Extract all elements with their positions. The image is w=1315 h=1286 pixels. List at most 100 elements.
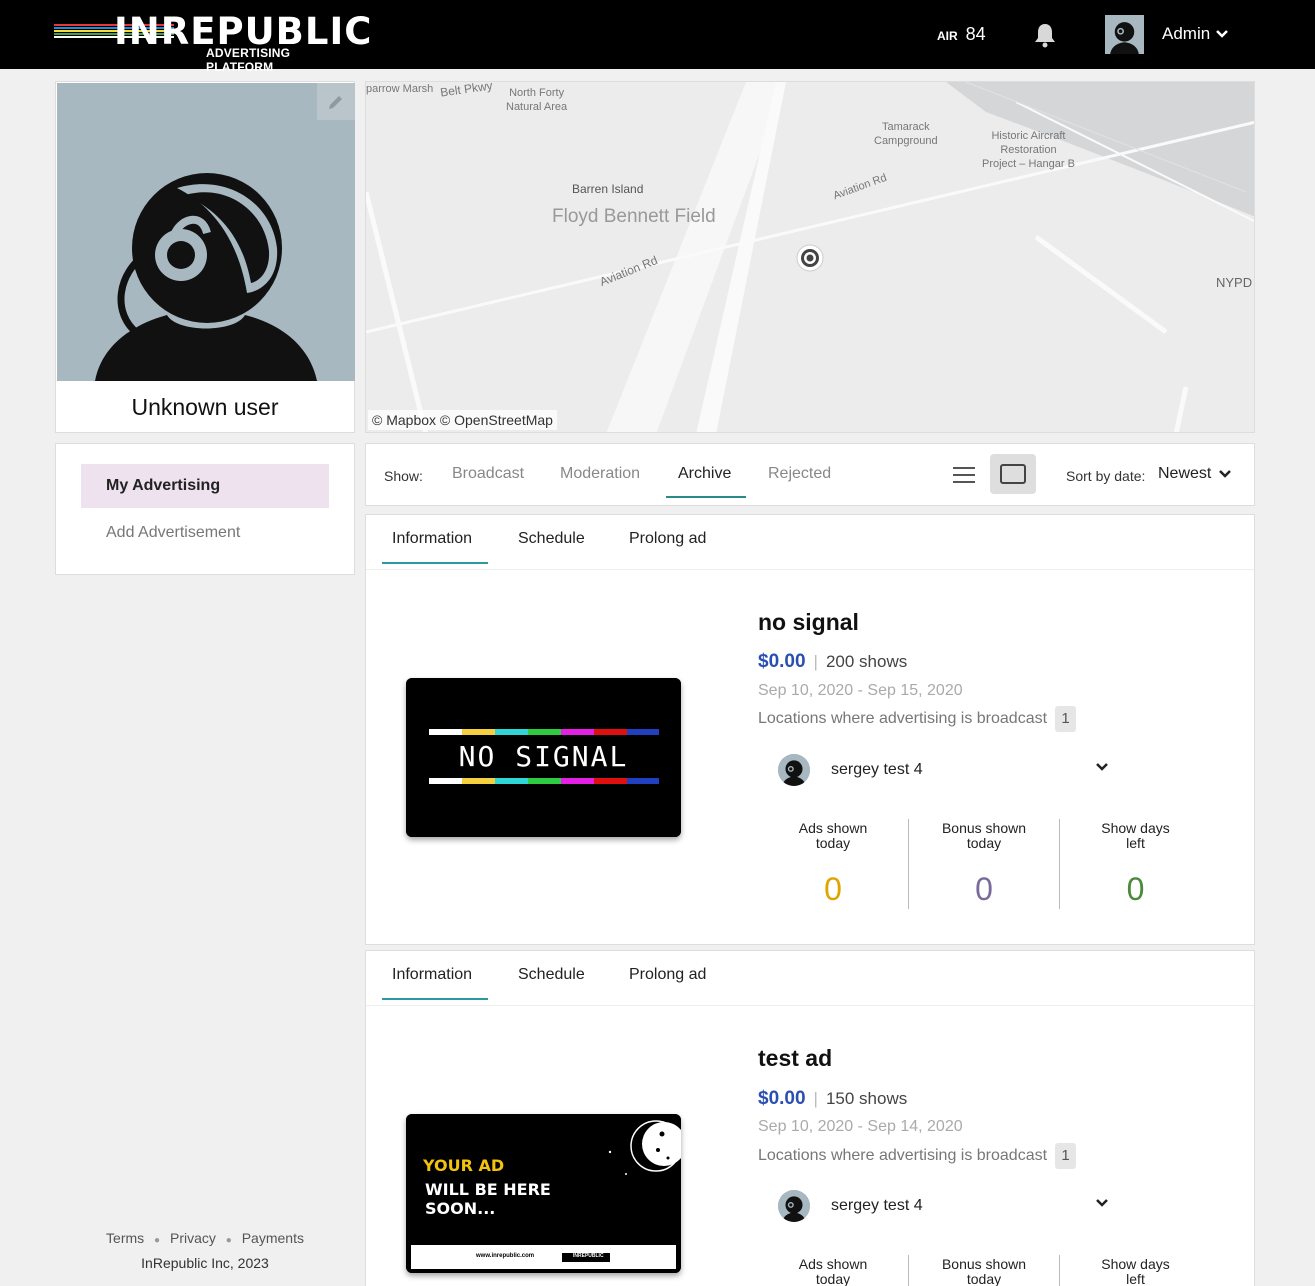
admin-name: Admin xyxy=(1162,24,1211,43)
map-label-north-forty: North Forty Natural Area xyxy=(506,87,568,113)
stat-value: 0 xyxy=(824,871,842,907)
stat-bonus-shown: Bonus showntoday 0 xyxy=(909,1255,1060,1286)
air-value: 84 xyxy=(965,24,986,44)
stat-bonus-shown: Bonus showntoday 0 xyxy=(909,819,1060,909)
footer-separator: ● xyxy=(154,1235,161,1246)
map-attribution[interactable]: © Mapbox © OpenStreetMap xyxy=(368,410,557,430)
ad-price-row: $0.00 | 150 shows xyxy=(758,1088,907,1110)
ad-title: test ad xyxy=(758,1045,833,1071)
map-label-floyd-bennett: Floyd Bennett Field xyxy=(552,206,716,227)
ad-price-row: $0.00 | 200 shows xyxy=(758,651,907,673)
stat-label: today xyxy=(966,1271,1002,1286)
sort-value: Newest xyxy=(1158,465,1212,482)
stat-label: Bonus shown xyxy=(941,1256,1027,1272)
user-avatar xyxy=(778,1190,810,1222)
chevron-down-icon xyxy=(1216,30,1229,38)
footer-copyright: InRepublic Inc, 2023 xyxy=(141,1255,269,1271)
ad-shows: 150 shows xyxy=(825,1089,908,1108)
ad-stats: Ads showntoday 0 Bonus showntoday 0 Show… xyxy=(758,1255,1213,1286)
tab-prolong-ad[interactable]: Prolong ad xyxy=(629,530,706,548)
ad-locations-label: Locations where advertising is broadcast xyxy=(758,710,1048,727)
stat-ads-shown: Ads showntoday 0 xyxy=(758,1255,909,1286)
stat-label: Ads shown xyxy=(798,820,868,836)
sort-dropdown[interactable]: Newest xyxy=(1158,465,1232,483)
location-map[interactable]: parrow Marsh Belt Pkwy North Forty Natur… xyxy=(365,81,1255,433)
stat-label: today xyxy=(966,835,1002,851)
card-view-button[interactable] xyxy=(990,454,1036,494)
stat-label: today xyxy=(815,835,851,851)
stat-label: Bonus shown xyxy=(941,820,1027,836)
logo[interactable]: INREPUBLIC ADVERTISING PLATFORM xyxy=(54,12,371,74)
tab-moderation[interactable]: Moderation xyxy=(560,465,640,483)
air-counter: AIR 84 xyxy=(937,24,986,45)
ad-tabs: Information Schedule Prolong ad xyxy=(366,515,1254,570)
footer-payments-link[interactable]: Payments xyxy=(242,1230,304,1246)
ad-shows: 200 shows xyxy=(825,652,908,671)
footer-privacy-link[interactable]: Privacy xyxy=(170,1230,216,1246)
filter-bar: Show: Broadcast Moderation Archive Rejec… xyxy=(365,443,1255,506)
ad-thumbnail-brand: INREPUBLIC xyxy=(573,1253,604,1259)
bell-icon[interactable] xyxy=(1033,22,1057,48)
footer-links: Terms ● Privacy ● Payments xyxy=(55,1230,355,1246)
stat-label: left xyxy=(1126,835,1145,851)
ad-stats: Ads showntoday 0 Bonus showntoday 0 Show… xyxy=(758,819,1213,909)
ad-title: no signal xyxy=(758,609,859,635)
separator: | xyxy=(813,1089,818,1108)
map-label-nypd: NYPD xyxy=(1216,275,1253,290)
ad-price: $0.00 xyxy=(758,1088,806,1109)
pencil-icon xyxy=(329,95,342,109)
ad-locations-label: Locations where advertising is broadcast xyxy=(758,1147,1048,1164)
tab-prolong-ad[interactable]: Prolong ad xyxy=(629,966,706,984)
footer-separator: ● xyxy=(225,1235,232,1246)
stat-label: today xyxy=(815,1271,851,1286)
tab-information[interactable]: Information xyxy=(392,530,472,548)
ad-thumbnail[interactable]: YOUR AD WILL BE HERE SOON... www.inrepub… xyxy=(406,1114,681,1273)
nav-item-my-advertising[interactable]: My Advertising xyxy=(81,464,329,508)
logo-subtitle: ADVERTISING PLATFORM xyxy=(206,46,291,74)
tab-broadcast[interactable]: Broadcast xyxy=(452,465,524,483)
admin-avatar[interactable] xyxy=(1105,15,1144,54)
tab-schedule[interactable]: Schedule xyxy=(518,530,585,548)
edit-profile-button[interactable] xyxy=(317,83,355,120)
chevron-down-icon xyxy=(1219,470,1232,478)
footer-terms-link[interactable]: Terms xyxy=(106,1230,144,1246)
ad-dates: Sep 10, 2020 - Sep 14, 2020 xyxy=(758,1118,963,1135)
ad-thumbnail[interactable]: NO SIGNAL xyxy=(406,678,681,837)
profile-avatar xyxy=(57,83,355,381)
ad-user-name: sergey test 4 xyxy=(831,761,923,778)
map-label-historic-aircraft: Historic Aircraft Restoration Project – … xyxy=(982,130,1075,170)
ad-location-dropdown[interactable]: sergey test 4 xyxy=(778,1189,1108,1223)
chevron-down-icon xyxy=(1096,1199,1108,1207)
sort-label: Sort by date: xyxy=(1066,468,1146,484)
tab-information[interactable]: Information xyxy=(392,966,472,984)
tab-rejected[interactable]: Rejected xyxy=(768,465,831,483)
ad-locations-row: Locations where advertising is broadcast… xyxy=(758,706,1077,732)
ad-thumbnail-line2: WILL BE HERE xyxy=(425,1180,551,1199)
user-avatar xyxy=(778,754,810,786)
admin-menu[interactable]: Admin xyxy=(1162,24,1229,44)
card-view-icon xyxy=(1000,464,1026,484)
side-nav: My Advertising Add Advertisement xyxy=(55,443,355,575)
ad-thumbnail-headline: YOUR AD xyxy=(423,1156,505,1175)
nav-item-add-advertisement[interactable]: Add Advertisement xyxy=(81,511,329,555)
stat-value: 0 xyxy=(975,871,993,907)
active-tab-indicator xyxy=(382,562,488,564)
profile-card: Unknown user xyxy=(55,81,355,433)
tab-schedule[interactable]: Schedule xyxy=(518,966,585,984)
ad-locations-row: Locations where advertising is broadcast… xyxy=(758,1143,1077,1169)
ad-location-dropdown[interactable]: sergey test 4 xyxy=(778,753,1108,787)
separator: | xyxy=(813,652,818,671)
ad-thumbnail-line3: SOON... xyxy=(425,1199,496,1218)
ad-locations-count: 1 xyxy=(1055,1143,1077,1169)
map-canvas xyxy=(366,82,1254,432)
stat-label: Ads shown xyxy=(798,1256,868,1272)
tab-archive[interactable]: Archive xyxy=(678,465,731,483)
map-label-barren-island: Barren Island xyxy=(572,182,644,196)
stat-value: 0 xyxy=(1126,871,1145,907)
list-view-icon[interactable] xyxy=(952,464,976,486)
chevron-down-icon xyxy=(1096,763,1108,771)
map-label-tamarack: Tamarack Campground xyxy=(874,121,938,147)
stat-ads-shown: Ads showntoday 0 xyxy=(758,819,909,909)
ad-thumbnail-text: NO SIGNAL xyxy=(458,740,629,773)
stat-show-days-left: Show daysleft 0 xyxy=(1060,1255,1211,1286)
